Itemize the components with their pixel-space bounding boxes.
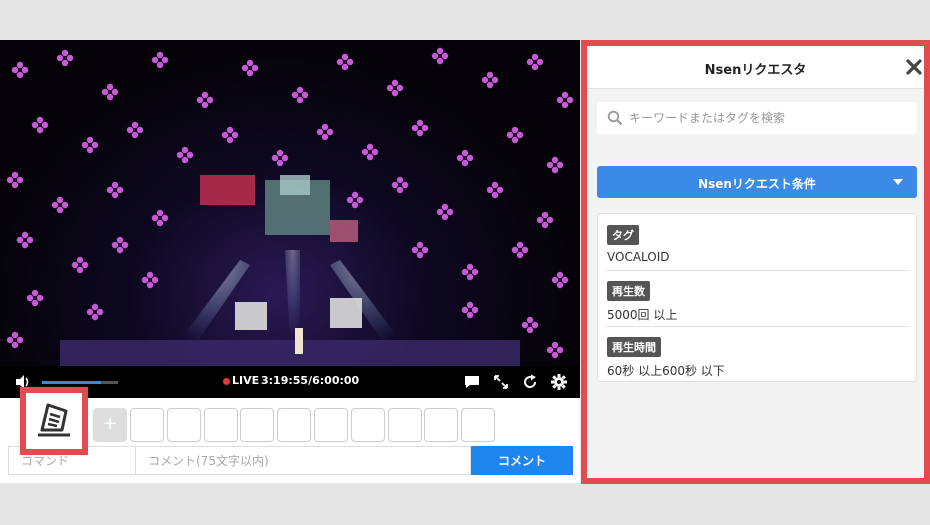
conditions-card: タグ VOCALOID 再生数 5000回 以上 再生時間 60秒 以上600秒…	[597, 213, 917, 382]
condition-value: 5000回 以上	[607, 308, 678, 322]
condition-value: VOCALOID	[607, 250, 670, 264]
nicoad-button[interactable]	[20, 387, 88, 455]
fullscreen-icon[interactable]	[492, 373, 510, 391]
search-box	[597, 102, 917, 134]
condition-label: 再生時間	[607, 337, 661, 357]
condition-divider	[607, 270, 909, 271]
stock-slot[interactable]	[424, 408, 459, 442]
stock-slot[interactable]	[240, 408, 275, 442]
volume-slider[interactable]	[42, 381, 118, 384]
comment-toggle-icon[interactable]	[463, 373, 481, 391]
concert-stage-image	[6, 47, 574, 366]
total-time: 6:00:00	[312, 374, 360, 387]
condition-item: 再生時間 60秒 以上600秒 以下	[607, 336, 909, 379]
elapsed-time: 3:19:55	[261, 374, 309, 387]
live-indicator-dot	[223, 378, 230, 385]
playback-time: 3:19:55/6:00:00	[261, 374, 359, 387]
search-icon	[607, 110, 623, 126]
settings-gear-icon[interactable]	[550, 373, 568, 391]
volume-level	[42, 381, 102, 384]
nsen-requester-panel: Nsenリクエスタ Nsenリクエスト条件 タグ VOCALOID 再生数	[581, 40, 930, 484]
close-icon[interactable]	[905, 58, 923, 76]
stock-slot[interactable]	[166, 408, 201, 442]
panel-title: Nsenリクエスタ	[704, 63, 807, 78]
stock-slot[interactable]	[387, 408, 422, 442]
panel-header: Nsenリクエスタ	[587, 46, 924, 89]
stock-slot[interactable]	[130, 408, 164, 442]
condition-label: タグ	[607, 225, 639, 245]
comment-submit-button[interactable]: コメント	[471, 446, 573, 475]
add-stock-button[interactable]: +	[93, 408, 127, 442]
video-screen[interactable]	[0, 40, 580, 366]
request-conditions-toggle[interactable]: Nsenリクエスト条件	[597, 166, 917, 198]
caret-down-icon	[893, 179, 903, 185]
stock-slot[interactable]	[461, 408, 496, 442]
stock-slot[interactable]	[203, 408, 238, 442]
condition-value: 60秒 以上600秒 以下	[607, 364, 725, 378]
condition-divider	[607, 326, 909, 327]
condition-label: 再生数	[607, 281, 650, 301]
search-input[interactable]	[627, 102, 912, 134]
request-conditions-label: Nsenリクエスト条件	[698, 177, 816, 191]
reload-icon[interactable]	[521, 373, 539, 391]
stock-slot[interactable]	[277, 408, 312, 442]
condition-item: 再生数 5000回 以上	[607, 280, 909, 323]
condition-item: タグ VOCALOID	[607, 224, 909, 264]
stock-slot[interactable]	[314, 408, 348, 442]
stock-slot[interactable]	[350, 408, 385, 442]
comment-input[interactable]	[135, 446, 471, 475]
nicoad-flag-icon	[38, 403, 70, 437]
live-label: LIVE	[232, 374, 260, 387]
